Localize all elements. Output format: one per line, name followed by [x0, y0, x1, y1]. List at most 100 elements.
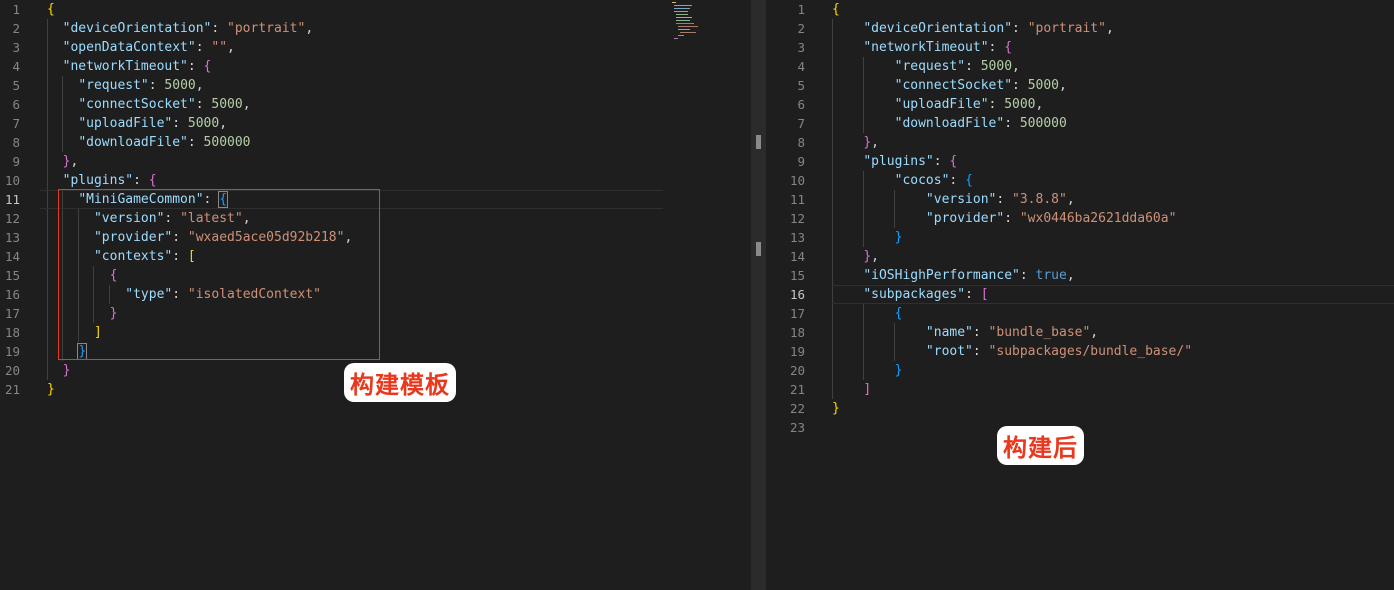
- code-token: {: [203, 59, 212, 74]
- code-token: 5000: [164, 78, 196, 93]
- code-text: },: [832, 247, 879, 266]
- code-token: ,: [195, 78, 204, 93]
- code-line[interactable]: 20 }: [766, 361, 1394, 380]
- code-token: ,: [1035, 97, 1044, 112]
- code-line[interactable]: 1{: [766, 0, 1394, 19]
- sash-handle[interactable]: [756, 135, 761, 149]
- code-line[interactable]: 2 "deviceOrientation": "portrait",: [766, 19, 1394, 38]
- code-text: "cocos": {: [832, 171, 973, 190]
- line-number: 13: [4, 230, 20, 245]
- code-token: "request": [894, 59, 966, 74]
- code-token: {: [1004, 40, 1013, 55]
- line-number: 2: [797, 21, 805, 36]
- line-number: 10: [789, 173, 805, 188]
- code-token: }: [62, 363, 71, 378]
- code-text: "request": 5000,: [47, 76, 204, 95]
- highlight-box: [58, 189, 380, 360]
- code-token: 5000: [980, 59, 1013, 74]
- code-line[interactable]: 2 "deviceOrientation": "portrait",: [0, 19, 751, 38]
- code-token: "openDataContext": [62, 40, 196, 55]
- code-text: }: [832, 361, 903, 380]
- code-text: "deviceOrientation": "portrait",: [47, 19, 313, 38]
- code-token: :: [1012, 78, 1028, 93]
- code-line[interactable]: 3 "openDataContext": "",: [0, 38, 751, 57]
- code-line[interactable]: 3 "networkTimeout": {: [766, 38, 1394, 57]
- code-token: :: [933, 154, 950, 169]
- code-token: {: [965, 173, 973, 188]
- code-line[interactable]: 14 },: [766, 247, 1394, 266]
- editor-pane-template[interactable]: 1{2 "deviceOrientation": "portrait", 3 "o…: [0, 0, 751, 590]
- code-token: "iOSHighPerformance": [863, 268, 1020, 283]
- code-token: :: [148, 78, 165, 93]
- code-line[interactable]: 22}: [766, 399, 1394, 418]
- code-line[interactable]: 18 "name": "bundle_base",: [766, 323, 1394, 342]
- code-token: "bundle_base": [988, 325, 1091, 340]
- code-line[interactable]: 19 "root": "subpackages/bundle_base/": [766, 342, 1394, 361]
- code-token: }: [47, 382, 55, 397]
- code-token: 5000: [211, 97, 243, 112]
- line-number: 19: [789, 344, 805, 359]
- code-line[interactable]: 4 "request": 5000,: [766, 57, 1394, 76]
- code-line[interactable]: 17 {: [766, 304, 1394, 323]
- code-line[interactable]: 7 "downloadFile": 500000: [766, 114, 1394, 133]
- code-token: {: [832, 2, 840, 17]
- code-token: "": [211, 40, 228, 55]
- line-number: 22: [789, 401, 805, 416]
- code-line[interactable]: 5 "request": 5000,: [0, 76, 751, 95]
- split-divider[interactable]: [751, 0, 766, 590]
- code-line[interactable]: 4 "networkTimeout": {: [0, 57, 751, 76]
- code-token: "name": [925, 325, 973, 340]
- code-line[interactable]: 6 "connectSocket": 5000,: [0, 95, 751, 114]
- code-token: :: [1004, 116, 1020, 131]
- code-text: "iOSHighPerformance": true,: [832, 266, 1075, 285]
- code-line[interactable]: 10 "plugins": {: [0, 171, 751, 190]
- code-token: ,: [1066, 192, 1075, 207]
- code-line[interactable]: 15 "iOSHighPerformance": true,: [766, 266, 1394, 285]
- code-line[interactable]: 8 "downloadFile": 500000: [0, 133, 751, 152]
- editor-pane-after-build[interactable]: 1{2 "deviceOrientation": "portrait", 3 "n…: [766, 0, 1394, 590]
- code-text: ]: [832, 380, 871, 399]
- code-line[interactable]: 7 "uploadFile": 5000,: [0, 114, 751, 133]
- code-token: [: [980, 287, 989, 302]
- code-token: }: [894, 363, 903, 378]
- code-token: :: [972, 344, 989, 359]
- sash-handle[interactable]: [756, 242, 761, 256]
- code-text: }: [832, 399, 840, 418]
- line-number: 18: [4, 325, 20, 340]
- code-text: "connectSocket": 5000,: [832, 76, 1067, 95]
- line-number: 7: [12, 116, 20, 131]
- code-line[interactable]: 10 "cocos": {: [766, 171, 1394, 190]
- code-line[interactable]: 5 "connectSocket": 5000,: [766, 76, 1394, 95]
- code-line[interactable]: 21 ]: [766, 380, 1394, 399]
- code-line[interactable]: 1{: [0, 0, 751, 19]
- code-token: ,: [70, 154, 79, 169]
- line-number: 12: [789, 211, 805, 226]
- line-number: 1: [12, 2, 20, 17]
- code-line[interactable]: 16 "subpackages": [: [766, 285, 1394, 304]
- code-token: :: [187, 135, 204, 150]
- code-token: :: [195, 40, 212, 55]
- code-text: },: [832, 133, 879, 152]
- code-line[interactable]: 12 "provider": "wx0446ba2621dda60a": [766, 209, 1394, 228]
- code-line[interactable]: 9 },: [0, 152, 751, 171]
- line-number: 2: [12, 21, 20, 36]
- code-line[interactable]: 8 },: [766, 133, 1394, 152]
- code-token: "deviceOrientation": [863, 21, 1013, 36]
- code-line[interactable]: 11 "version": "3.8.8",: [766, 190, 1394, 209]
- minimap[interactable]: [670, 2, 706, 42]
- code-line[interactable]: 13 }: [766, 228, 1394, 247]
- line-number: 21: [4, 382, 20, 397]
- code-text: "plugins": {: [832, 152, 957, 171]
- code-line[interactable]: 6 "uploadFile": 5000,: [766, 95, 1394, 114]
- code-line[interactable]: 9 "plugins": {: [766, 152, 1394, 171]
- code-token: ,: [1066, 268, 1075, 283]
